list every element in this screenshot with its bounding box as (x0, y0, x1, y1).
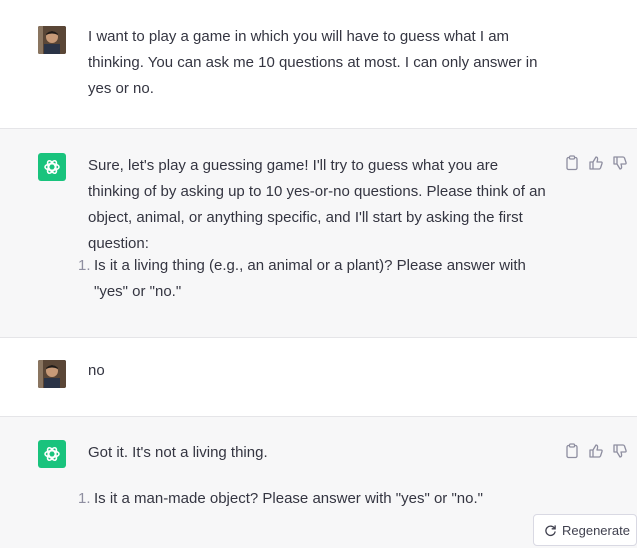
openai-logo-icon (38, 153, 66, 181)
list-text: Is it a living thing (e.g., an animal or… (94, 257, 526, 300)
assistant-message-text: Got it. It's not a living thing. (88, 444, 268, 461)
regenerate-label: Regenerate (562, 522, 630, 538)
thumbs-up-icon[interactable] (587, 154, 605, 172)
user-message-text: I want to play a game in which you will … (88, 28, 538, 97)
regenerate-button[interactable]: Regenerate (533, 514, 637, 546)
user-avatar (38, 26, 66, 54)
thumbs-up-icon[interactable] (587, 442, 605, 460)
openai-logo-icon (38, 440, 66, 468)
list-number: 1. (78, 257, 91, 274)
assistant-message-block: Sure, let's play a guessing game! I'll t… (0, 128, 637, 338)
assistant-message-text: Sure, let's play a guessing game! I'll t… (88, 157, 546, 252)
list-number: 1. (78, 490, 91, 507)
refresh-icon (544, 524, 557, 537)
user-message-text: no (88, 362, 105, 379)
message-actions (563, 154, 629, 172)
clipboard-icon[interactable] (563, 154, 581, 172)
list-text: Is it a man-made object? Please answer w… (94, 490, 483, 507)
thumbs-down-icon[interactable] (611, 442, 629, 460)
user-message-block: I want to play a game in which you will … (0, 0, 637, 128)
message-actions (563, 442, 629, 460)
user-avatar (38, 360, 66, 388)
clipboard-icon[interactable] (563, 442, 581, 460)
user-message-block: no (0, 338, 637, 416)
thumbs-down-icon[interactable] (611, 154, 629, 172)
